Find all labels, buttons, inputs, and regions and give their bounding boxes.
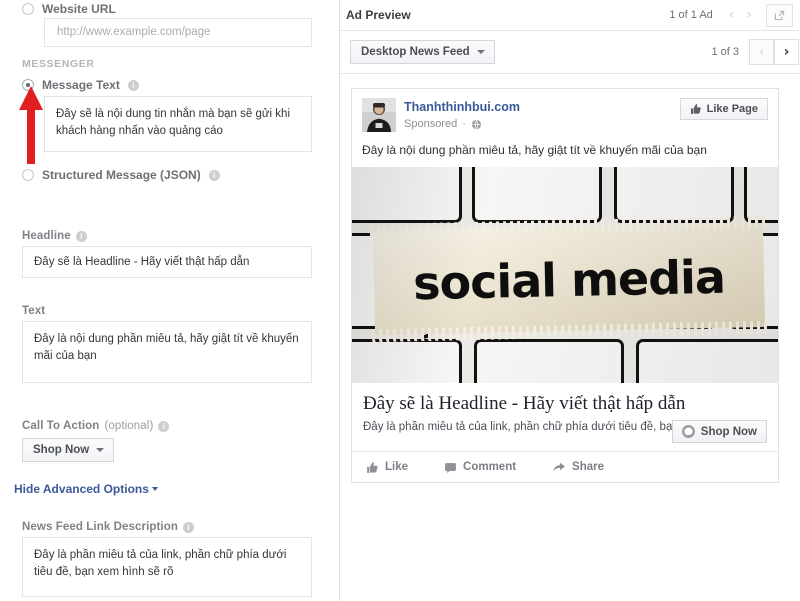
messenger-icon — [681, 425, 695, 439]
comment-action-button[interactable]: Comment — [444, 461, 516, 474]
message-text-textarea[interactable]: Đây sẽ là nội dung tin nhắn mà bạn sẽ gử… — [44, 96, 312, 152]
message-text-label: Message Text — [42, 78, 120, 92]
globe-icon — [471, 119, 482, 130]
ad-link-block: Đây sẽ là Headline - Hãy viết thật hấp d… — [352, 383, 778, 451]
info-icon[interactable]: i — [75, 230, 87, 242]
ad-page-identity: Thanhthinhbui.com Sponsored · — [404, 98, 520, 130]
headline-input[interactable]: Đây sẽ là Headline - Hãy viết thật hấp d… — [22, 246, 312, 278]
photo-overlay-text: social media — [412, 249, 726, 311]
ad-creative-form-panel: Website URL http://www.example.com/page … — [0, 0, 340, 601]
ad-creation-screen: Website URL http://www.example.com/page … — [0, 0, 800, 601]
website-url-input[interactable]: http://www.example.com/page — [44, 18, 312, 47]
website-url-radio[interactable] — [22, 3, 34, 15]
share-action-button[interactable]: Share — [552, 461, 604, 474]
website-url-label: Website URL — [42, 2, 116, 16]
info-icon[interactable]: i — [208, 169, 220, 181]
ad-card-header: Thanhthinhbui.com Sponsored · Like Page — [352, 89, 778, 132]
structured-message-radio[interactable] — [22, 169, 34, 181]
news-feed-link-description-textarea[interactable]: Đây là phần miêu tả của link, phần chữ p… — [22, 537, 312, 597]
placement-next-button[interactable]: › — [774, 39, 799, 65]
share-action-label: Share — [572, 461, 605, 474]
chevron-down-icon — [96, 448, 105, 452]
ad-preview-card: Thanhthinhbui.com Sponsored · Like Page … — [351, 88, 779, 484]
cta-optional-text: (optional) — [104, 420, 154, 432]
like-action-label: Like — [385, 461, 409, 474]
avatar[interactable] — [362, 98, 396, 132]
hide-advanced-options-label: Hide Advanced Options — [14, 482, 149, 496]
chevron-right-icon: › — [783, 44, 790, 60]
comment-icon — [444, 461, 457, 474]
chevron-down-icon — [151, 487, 158, 491]
info-icon[interactable]: i — [182, 521, 194, 533]
text-textarea[interactable]: Đây là nội dung phần miêu tả, hãy giật t… — [22, 321, 312, 383]
torn-paper-strip: social media — [372, 223, 766, 336]
preview-title: Ad Preview — [346, 8, 411, 22]
chevron-left-icon: ‹ — [758, 44, 765, 60]
keyboard-social-media-photo[interactable]: J K social media — [352, 167, 778, 384]
ad-preview-panel: Ad Preview 1 of 1 Ad ‹ › Desktop News Fe… — [340, 0, 799, 601]
chevron-down-icon — [476, 50, 485, 54]
call-to-action-field-label: Call To Action (optional) i — [22, 420, 170, 432]
ad-count-label: 1 of 1 Ad — [669, 9, 713, 21]
external-link-icon[interactable] — [766, 3, 793, 27]
thumbs-up-icon — [366, 461, 379, 474]
headline-label-text: Headline — [22, 230, 71, 242]
like-action-button[interactable]: Like — [366, 461, 408, 474]
structured-message-radio-row[interactable]: Structured Message (JSON) i — [22, 168, 220, 182]
comment-action-label: Comment — [463, 461, 517, 474]
preview-header: Ad Preview 1 of 1 Ad ‹ › — [340, 0, 799, 31]
ad-body-text: Đây là nội dung phần miêu tả, hãy giật t… — [362, 143, 707, 157]
like-page-label: Like Page — [706, 103, 758, 115]
ad-action-bar: Like Comment Share — [352, 451, 778, 482]
text-label-text: Text — [22, 305, 46, 317]
website-url-radio-row[interactable]: Website URL — [22, 2, 116, 16]
news-feed-link-description-field-label: News Feed Link Description i — [22, 521, 194, 533]
placement-count-label: 1 of 3 — [711, 46, 739, 58]
shop-now-cta-button[interactable]: Shop Now — [671, 420, 767, 444]
info-icon[interactable]: i — [127, 79, 139, 91]
share-arrow-icon — [552, 461, 566, 474]
placement-prev-button[interactable]: ‹ — [749, 39, 774, 65]
cta-selected-value: Shop Now — [33, 444, 90, 456]
shop-now-cta-label: Shop Now — [700, 425, 757, 438]
like-page-button[interactable]: Like Page — [679, 98, 768, 120]
call-to-action-dropdown[interactable]: Shop Now — [22, 438, 115, 462]
red-arrow-up-icon — [16, 86, 46, 164]
placement-selected-value: Desktop News Feed — [361, 46, 470, 58]
messenger-section-title: MESSENGER — [22, 58, 95, 70]
page-name-link[interactable]: Thanhthinhbui.com — [404, 100, 520, 114]
sponsored-row: Sponsored · — [404, 118, 520, 130]
sponsored-label: Sponsored — [404, 118, 458, 130]
cta-label-text: Call To Action — [22, 420, 100, 432]
info-icon[interactable]: i — [158, 420, 170, 432]
separator-dot: · — [462, 118, 466, 130]
placement-subbar: Desktop News Feed 1 of 3 ‹ › — [340, 31, 799, 74]
headline-field-label: Headline i — [22, 230, 87, 242]
placement-nav: 1 of 3 ‹ › — [711, 39, 799, 65]
text-field-label: Text — [22, 305, 45, 317]
preview-header-controls: 1 of 1 Ad ‹ › — [669, 0, 799, 31]
nfld-label-text: News Feed Link Description — [22, 521, 178, 533]
chevron-right-icon[interactable]: › — [740, 8, 758, 22]
chevron-left-icon[interactable]: ‹ — [723, 8, 741, 22]
ad-headline: Đây sẽ là Headline - Hãy viết thật hấp d… — [363, 393, 686, 415]
structured-message-label: Structured Message (JSON) — [42, 168, 201, 182]
thumbs-up-icon — [690, 103, 702, 115]
placement-dropdown[interactable]: Desktop News Feed — [350, 40, 495, 64]
hide-advanced-options-link[interactable]: Hide Advanced Options — [14, 482, 158, 496]
